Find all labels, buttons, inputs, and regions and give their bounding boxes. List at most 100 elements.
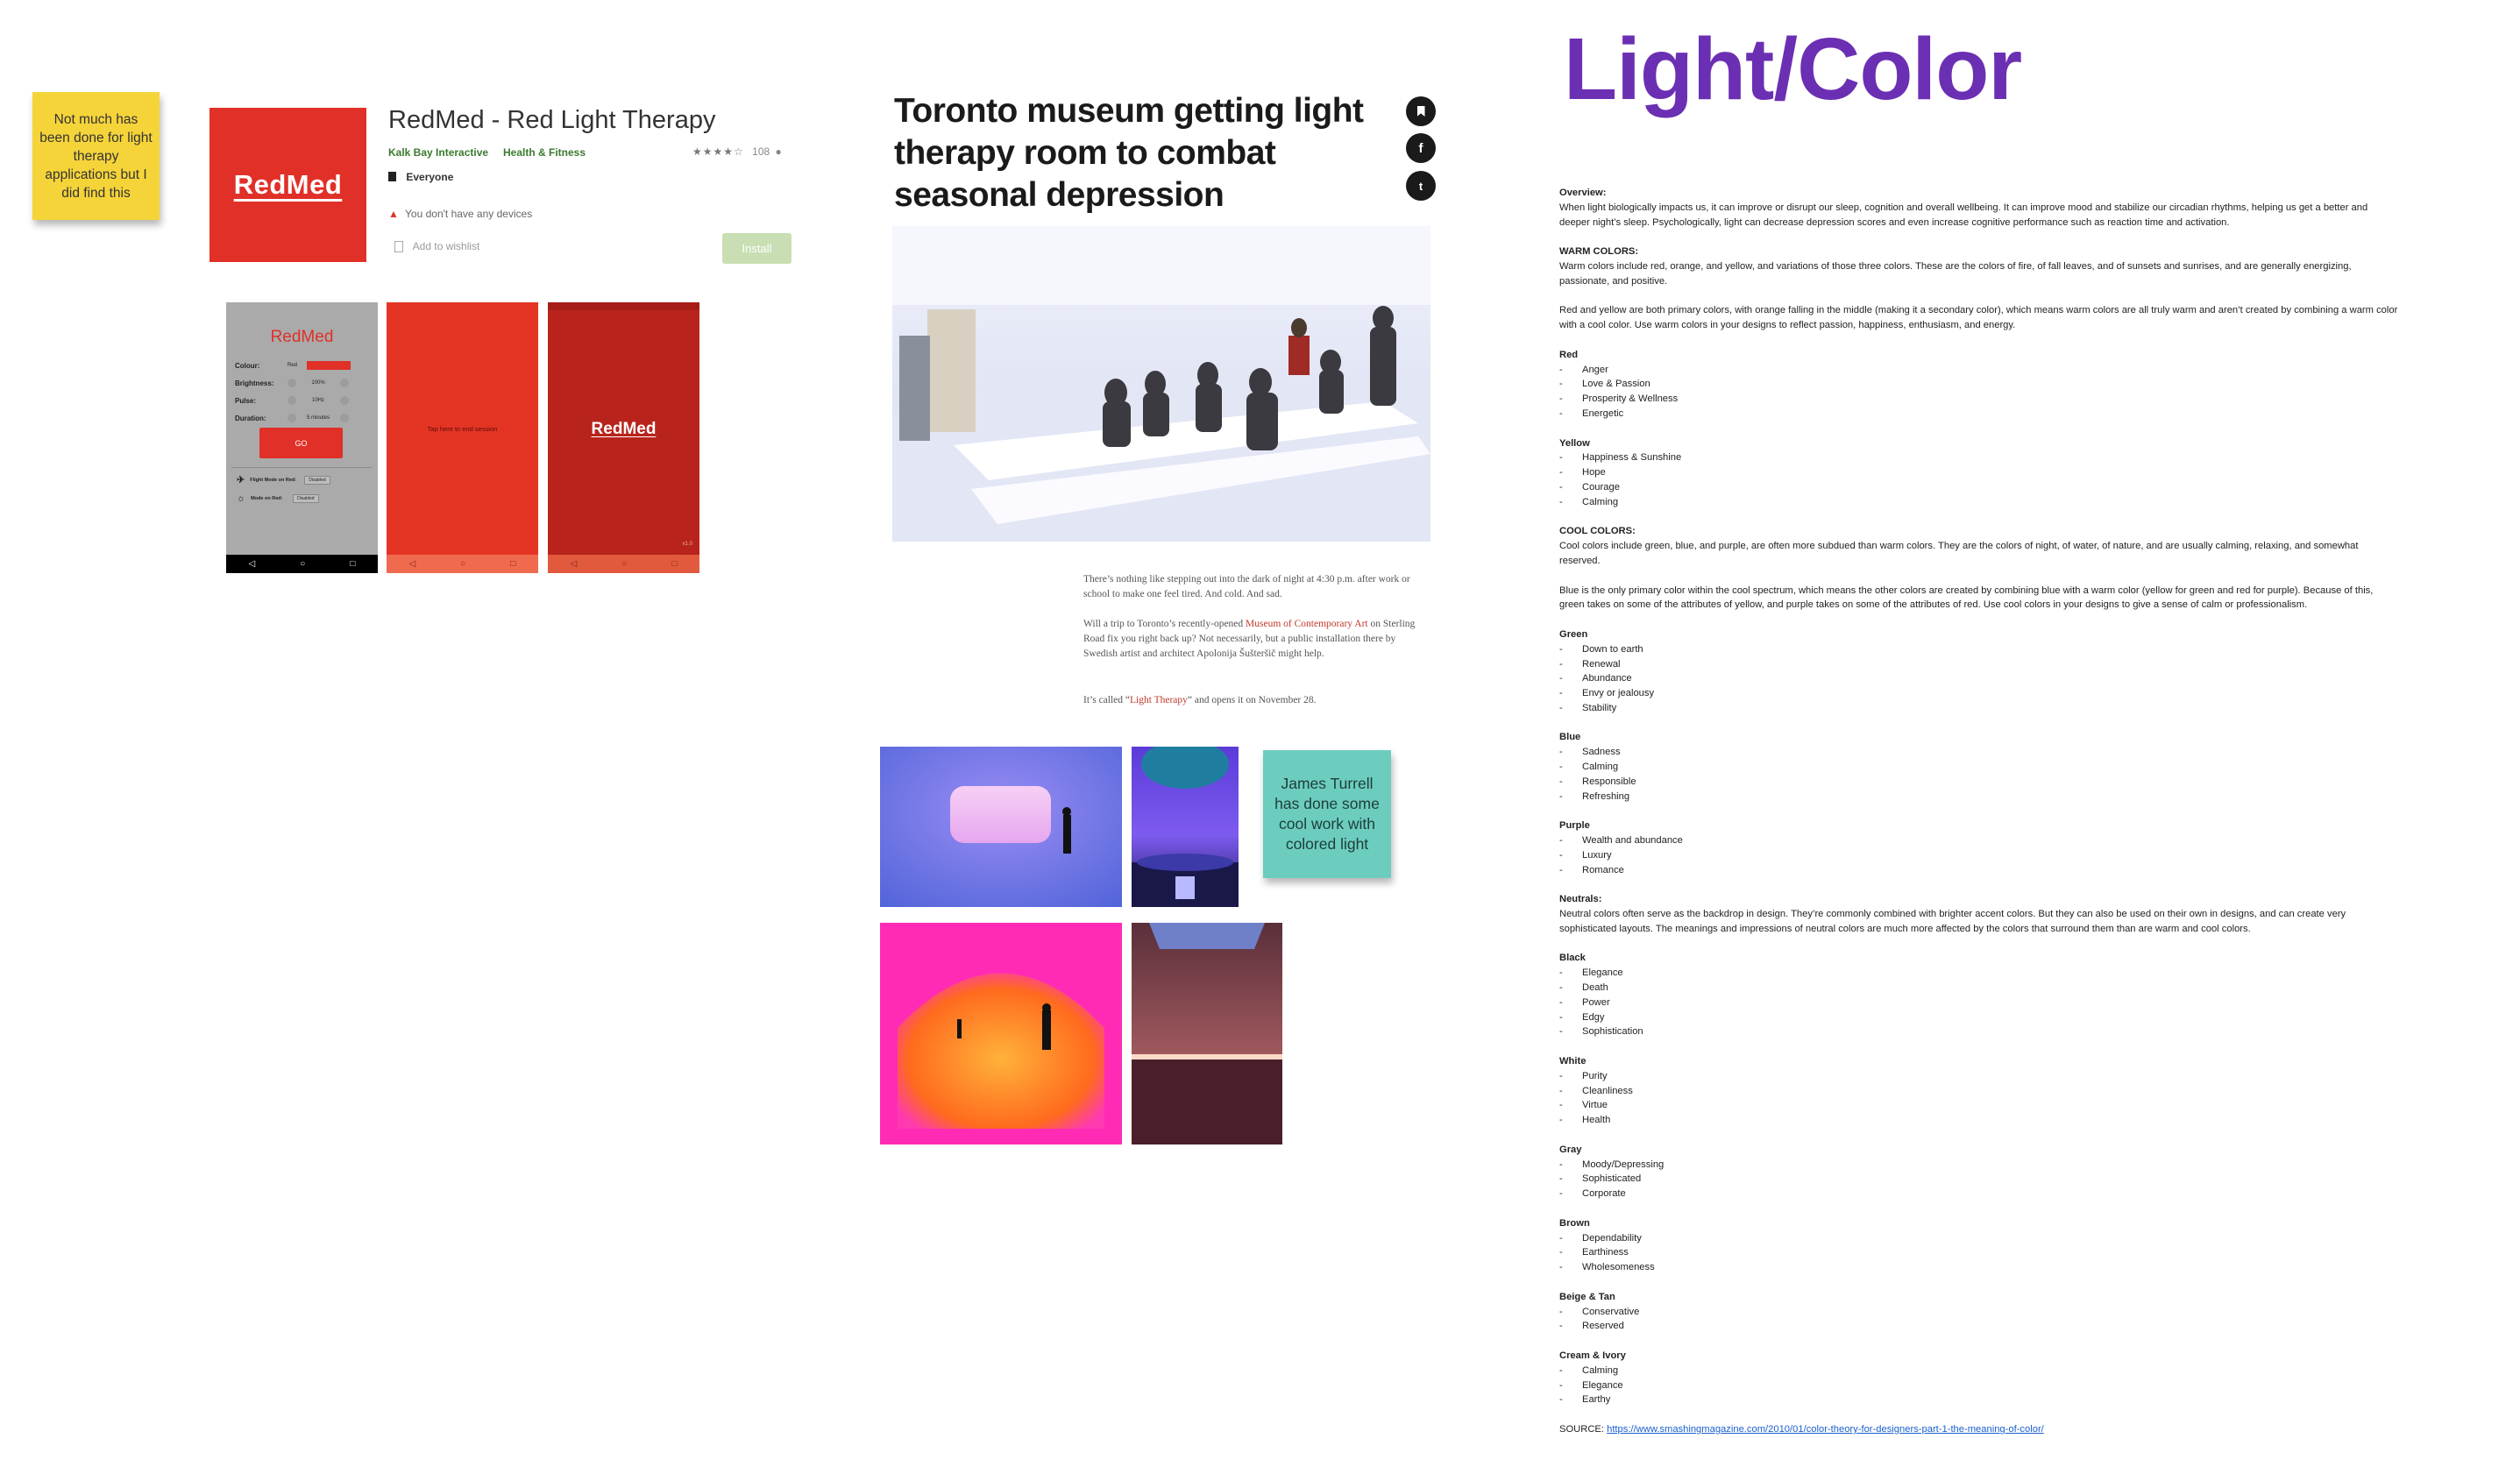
plus-icon[interactable] <box>340 414 349 422</box>
home-icon[interactable]: ○ <box>460 559 465 569</box>
rating-count: 108 <box>752 145 770 158</box>
moca-link[interactable]: Museum of Contemporary Art <box>1246 619 1368 629</box>
category-link[interactable]: Health & Fitness <box>503 146 586 159</box>
list-item: - Death <box>1559 982 1608 994</box>
list-item-text: Energetic <box>1582 407 1624 419</box>
list-item: - Earthiness <box>1559 1247 1629 1258</box>
app-screenshot-session[interactable]: Tap here to end session ◁ ○ □ <box>387 302 538 573</box>
list-item-text: Envy or jealousy <box>1582 688 1655 699</box>
minus-icon[interactable] <box>287 379 296 387</box>
blue-heading: Blue <box>1559 732 1581 743</box>
list-item: - Prosperity & Wellness <box>1559 393 1679 405</box>
devices-warning: ▲ You don't have any devices <box>388 208 532 220</box>
red-heading: Red <box>1559 349 1579 360</box>
list-item-text: Sadness <box>1582 747 1621 758</box>
list-item-text: Refreshing <box>1582 790 1630 802</box>
article-paragraph-1: There’s nothing like stepping out into t… <box>1083 574 1410 599</box>
setting-label: Colour: <box>235 361 260 370</box>
facebook-icon[interactable]: f <box>1406 133 1436 163</box>
plus-icon[interactable] <box>340 396 349 405</box>
list-item-text: Anger <box>1582 364 1608 375</box>
warning-icon: ▲ <box>388 208 399 220</box>
list-item: - Calming <box>1559 496 1619 507</box>
list-item-text: Death <box>1582 982 1608 994</box>
list-item-text: Abundance <box>1582 673 1632 684</box>
home-icon[interactable]: ○ <box>621 559 627 569</box>
list-item-text: Edgy <box>1582 1011 1605 1023</box>
go-button[interactable]: GO <box>259 428 343 458</box>
list-item-text: Dependability <box>1582 1232 1642 1244</box>
install-button[interactable]: Install <box>722 233 791 264</box>
bookmark-icon[interactable] <box>1406 96 1436 126</box>
app-screenshot-settings[interactable]: RedMed Colour: Red Brightness: 100% Puls… <box>226 302 378 573</box>
recents-icon[interactable]: □ <box>510 559 515 569</box>
setting-label: Duration: <box>235 414 266 422</box>
add-to-wishlist[interactable]: Add to wishlist <box>394 240 479 252</box>
splash-logo: RedMed <box>591 420 657 438</box>
developer-link[interactable]: Kalk Bay Interactive <box>388 146 488 159</box>
list-item: - Sophisticated <box>1559 1173 1642 1185</box>
list-item-text: Prosperity & Wellness <box>1582 393 1679 405</box>
recents-icon[interactable]: □ <box>671 559 677 569</box>
list-item-text: Elegance <box>1582 1379 1623 1391</box>
list-item: - Down to earth <box>1559 643 1643 655</box>
minus-icon[interactable] <box>287 396 296 405</box>
list-item-text: Hope <box>1582 467 1606 478</box>
neutrals-heading: Neutrals: <box>1559 894 1602 905</box>
list-item: - Power <box>1559 996 1610 1008</box>
list-item: - Health <box>1559 1115 1611 1126</box>
status-bar <box>548 302 699 310</box>
plus-icon[interactable] <box>340 379 349 387</box>
recents-icon[interactable]: □ <box>350 559 355 569</box>
list-item-text: Earthy <box>1582 1394 1611 1406</box>
minus-icon[interactable] <box>287 414 296 422</box>
source-link[interactable]: https://www.smashingmagazine.com/2010/01… <box>1607 1424 2044 1435</box>
star-rating-icon: ★★★★☆ <box>692 145 744 158</box>
list-item: - Calming <box>1559 762 1619 773</box>
back-icon[interactable]: ◁ <box>409 559 416 569</box>
list-item-text: Power <box>1582 996 1610 1008</box>
end-session-text[interactable]: Tap here to end session <box>387 425 538 433</box>
flight-mode-toggle[interactable]: Disabled <box>304 475 330 485</box>
list-item-text: Wholesomeness <box>1582 1262 1655 1273</box>
twitter-icon[interactable]: t <box>1406 171 1436 201</box>
mode-on-red-toggle[interactable]: Disabled <box>293 494 319 503</box>
back-icon[interactable]: ◁ <box>249 559 256 569</box>
content-rating: Everyone <box>388 171 453 183</box>
rating: ★★★★☆ 108 ● <box>692 145 782 158</box>
esrb-icon <box>388 172 396 181</box>
article-headline: Toronto museum getting light therapy roo… <box>894 92 1364 214</box>
android-navbar: ◁ ○ □ <box>387 555 538 573</box>
sticky-note-yellow[interactable]: Not much has been done for light therapy… <box>32 92 160 220</box>
list-item-text: Conservative <box>1582 1306 1640 1317</box>
list-item-text: Sophistication <box>1582 1026 1643 1038</box>
setting-label: Brightness: <box>235 379 274 387</box>
list-item: - Purity <box>1559 1070 1608 1081</box>
green-heading: Green <box>1559 628 1588 640</box>
list-item-text: Moody/Depressing <box>1582 1159 1665 1170</box>
list-item-text: Purity <box>1582 1070 1608 1081</box>
list-item: - Dependability <box>1559 1232 1642 1244</box>
doc-body: Overview: When light biologically impact… <box>1559 186 2401 1437</box>
app-screenshot-splash[interactable]: RedMed v1.0 ◁ ○ □ <box>548 302 699 573</box>
android-navbar: ◁ ○ □ <box>548 555 699 573</box>
list-item-text: Calming <box>1582 1364 1619 1376</box>
list-item-text: Courage <box>1582 481 1620 493</box>
colour-swatch[interactable] <box>307 361 351 370</box>
list-item: - Energetic <box>1559 407 1624 419</box>
list-item: - Hope <box>1559 467 1606 478</box>
devices-warning-text: You don't have any devices <box>405 208 533 220</box>
setting-row: Colour: Red <box>235 357 371 374</box>
cool-heading: COOL COLORS: <box>1559 526 1636 537</box>
list-item-text: Luxury <box>1582 849 1612 861</box>
light-therapy-link[interactable]: Light Therapy <box>1130 695 1188 705</box>
sticky-note-teal[interactable]: James Turrell has done some cool work wi… <box>1263 750 1391 878</box>
back-icon[interactable]: ◁ <box>571 559 578 569</box>
list-item: - Edgy <box>1559 1011 1605 1023</box>
neutrals-text: Neutral colors often serve as the backdr… <box>1559 909 2346 934</box>
home-icon[interactable]: ○ <box>300 559 305 569</box>
list-item-text: Down to earth <box>1582 643 1643 655</box>
white-heading: White <box>1559 1056 1587 1067</box>
list-item: - Refreshing <box>1559 790 1630 802</box>
setting-row: Duration: 5 minutes <box>235 409 371 427</box>
